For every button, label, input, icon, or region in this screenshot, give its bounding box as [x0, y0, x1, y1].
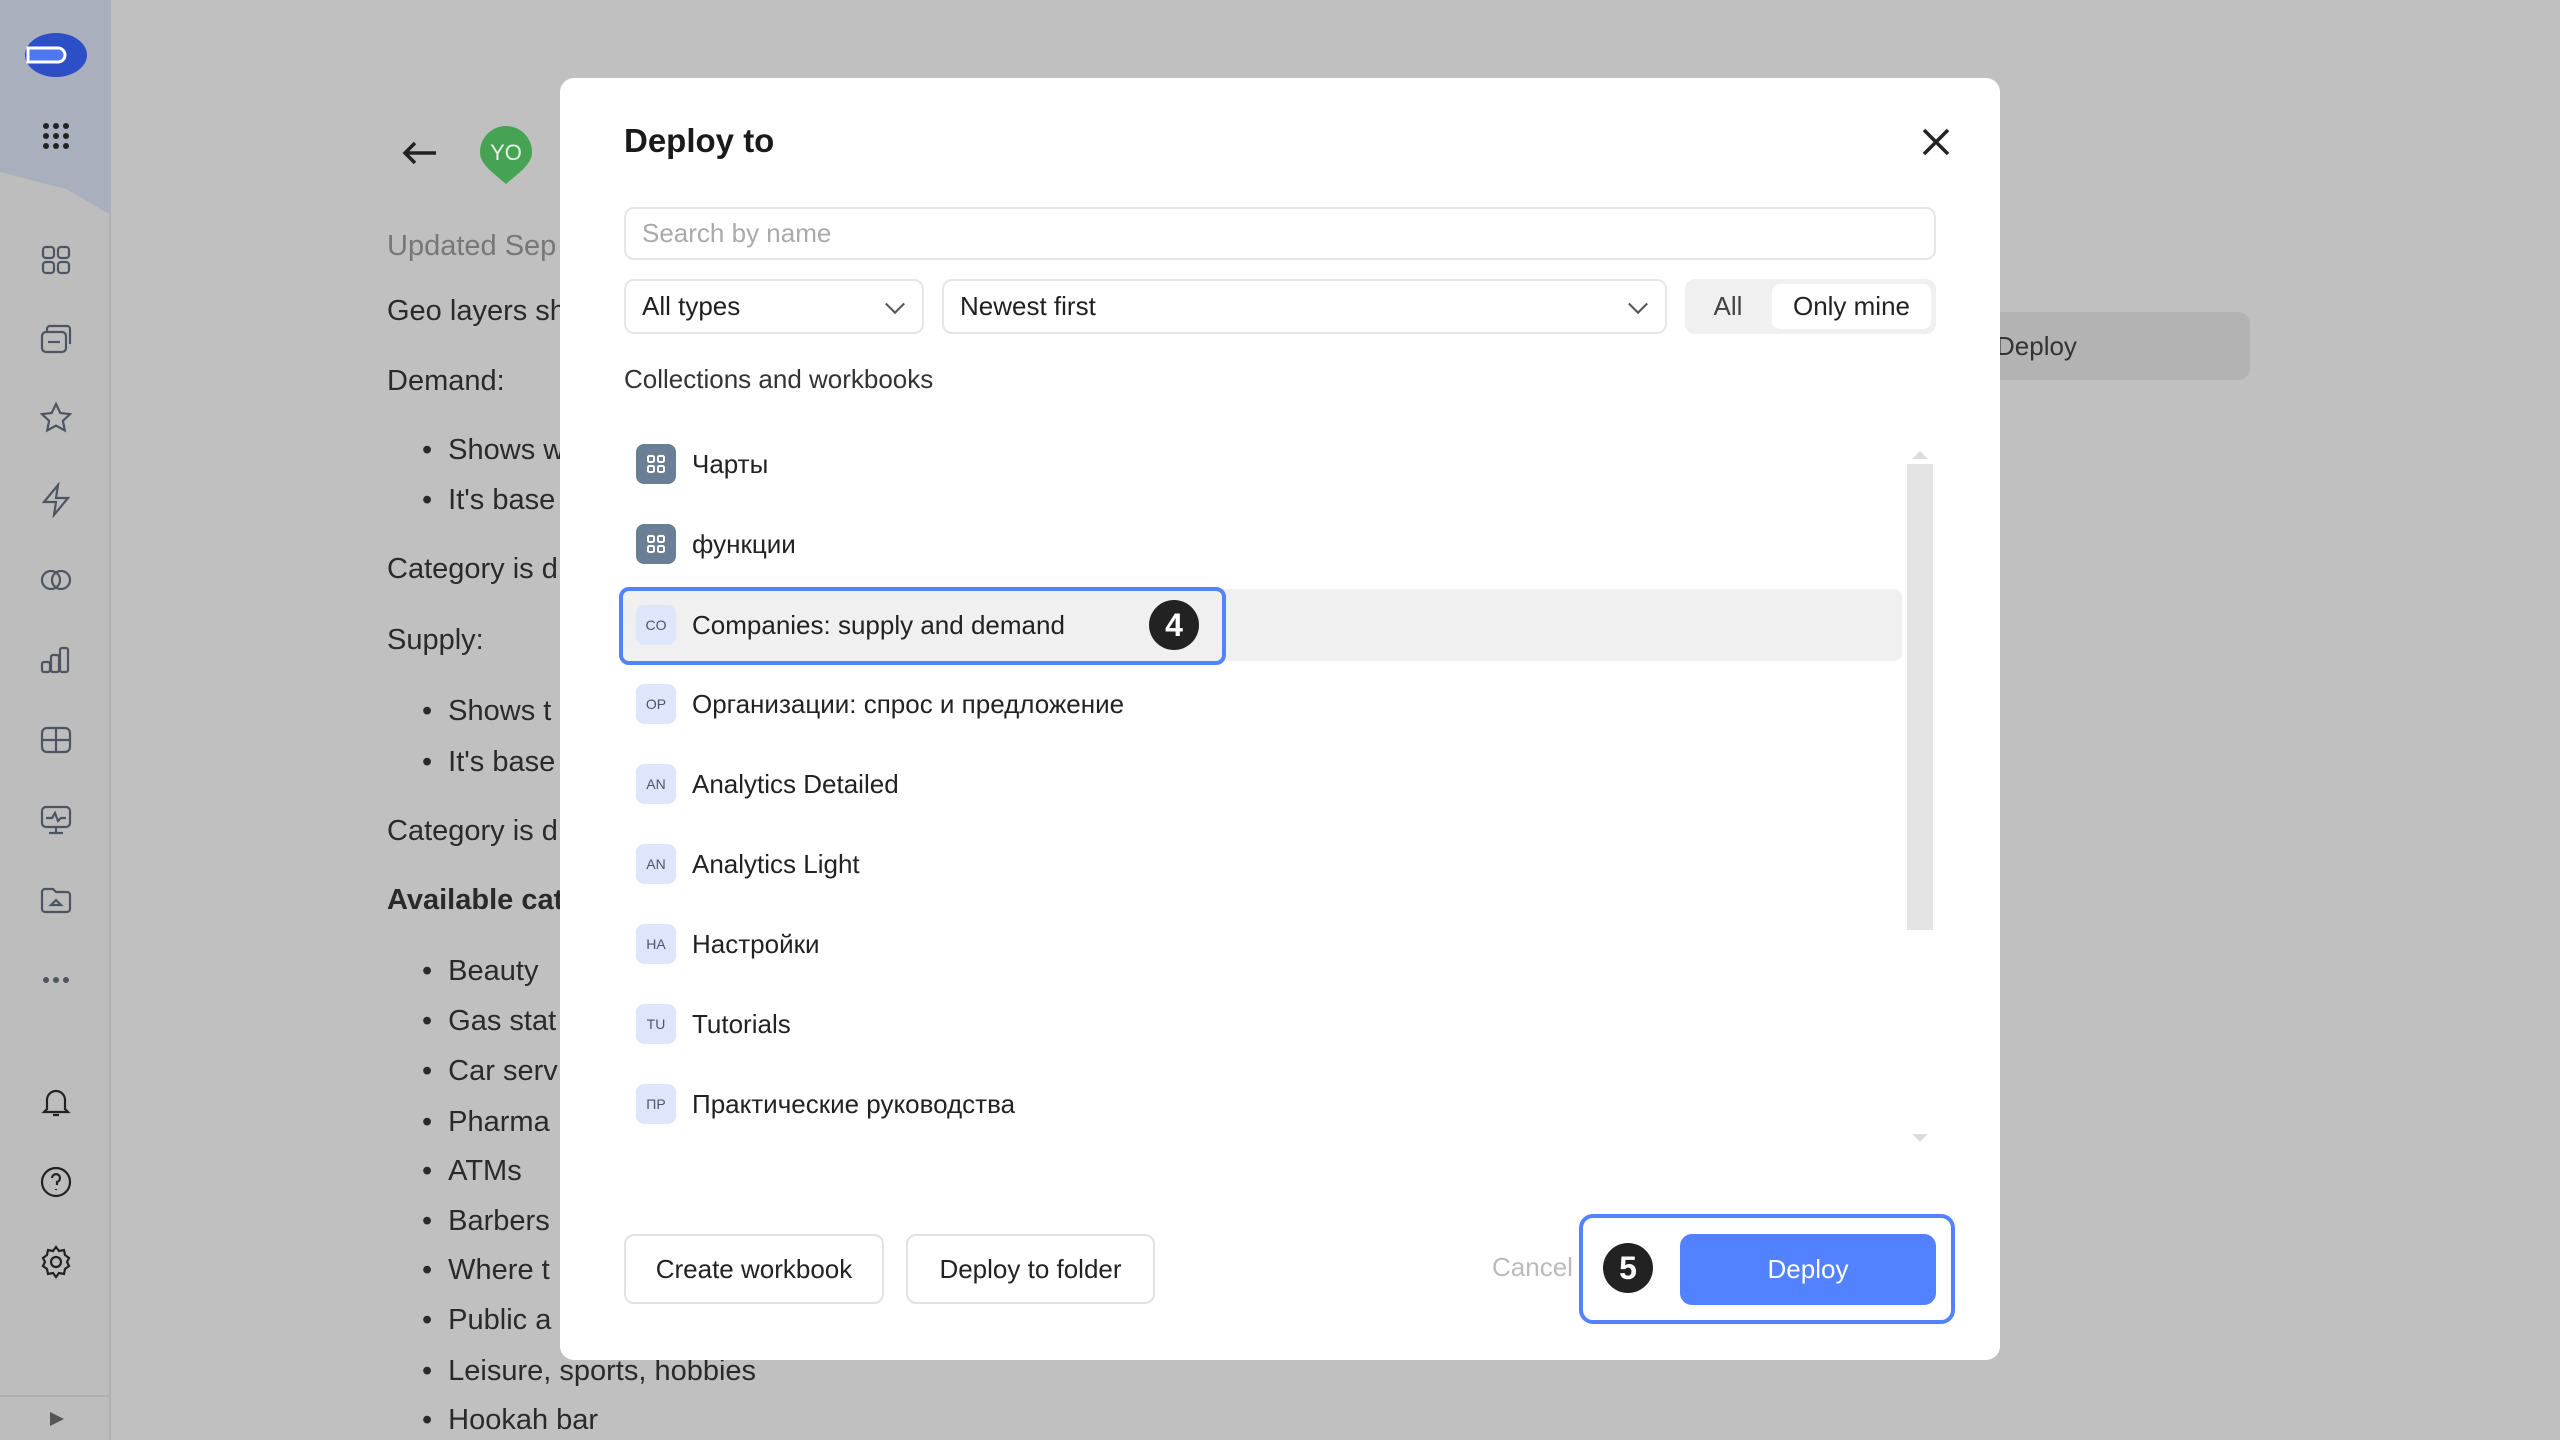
- folder-icon[interactable]: [35, 879, 77, 921]
- datasets-icon[interactable]: [35, 559, 77, 601]
- item-label: Analytics Detailed: [692, 768, 899, 799]
- sidebar-divider: [0, 1395, 111, 1397]
- collection-icon: [636, 524, 676, 564]
- category-item: Gas stat: [422, 1005, 556, 1038]
- item-label: функции: [692, 528, 796, 559]
- dialog-title: Deploy to: [624, 122, 775, 159]
- category-item: Hookah bar: [422, 1404, 598, 1437]
- dashboards-icon[interactable]: [35, 719, 77, 761]
- updated-text: Updated Sep: [387, 230, 557, 262]
- category-item: Car serv: [422, 1055, 558, 1088]
- apps-grid-icon[interactable]: [35, 115, 77, 157]
- chevron-down-icon: [885, 293, 905, 314]
- category-line: Category is d: [387, 553, 558, 585]
- category-item: Where t: [422, 1254, 550, 1287]
- sort-select[interactable]: Newest first: [942, 279, 1667, 334]
- workbook-icon: OP: [636, 684, 676, 724]
- list-item[interactable]: AN Analytics Detailed: [620, 748, 1902, 820]
- list-item[interactable]: ПР Практические руководства: [620, 1068, 1902, 1140]
- chevron-down-icon: [1628, 293, 1648, 314]
- item-label: Tutorials: [692, 1008, 791, 1039]
- workbook-icon: AN: [636, 844, 676, 884]
- category-line: Category is d: [387, 815, 558, 847]
- sort-value: Newest first: [960, 291, 1096, 321]
- more-icon[interactable]: [35, 959, 77, 1001]
- list-item[interactable]: функции: [620, 508, 1902, 580]
- back-arrow-icon[interactable]: [400, 138, 440, 168]
- category-item: Beauty: [422, 955, 538, 988]
- step-badge: 4: [1149, 600, 1199, 650]
- create-workbook-button[interactable]: Create workbook: [624, 1234, 884, 1304]
- deploy-button[interactable]: Deploy: [1680, 1234, 1936, 1305]
- item-label: Чарты: [692, 448, 769, 479]
- segment-only-mine[interactable]: Only mine: [1772, 284, 1931, 329]
- segment-all[interactable]: All: [1685, 279, 1771, 334]
- scrollbar-thumb[interactable]: [1907, 464, 1933, 930]
- supply-heading: Supply:: [387, 624, 484, 656]
- category-item: ATMs: [422, 1155, 522, 1188]
- supply-bullet: It's base: [422, 746, 555, 779]
- expand-icon[interactable]: [35, 1398, 77, 1440]
- connections-icon[interactable]: [35, 479, 77, 521]
- background-deploy-button: Deploy: [1960, 312, 2250, 380]
- item-label: Analytics Light: [692, 848, 860, 879]
- scroll-up-icon[interactable]: [1912, 443, 1928, 459]
- type-filter-select[interactable]: All types: [624, 279, 924, 334]
- description-line: Geo layers sh: [387, 295, 566, 327]
- category-item: Pharma: [422, 1106, 550, 1139]
- list-item[interactable]: Чарты: [620, 428, 1902, 500]
- item-label: Практические руководства: [692, 1088, 1016, 1119]
- close-icon[interactable]: [1918, 124, 1954, 160]
- list-item[interactable]: OP Организации: спрос и предложение: [620, 668, 1902, 740]
- workbook-icon: TU: [636, 1004, 676, 1044]
- step-badge: 5: [1603, 1243, 1653, 1293]
- workbook-icon: AN: [636, 764, 676, 804]
- type-filter-value: All types: [642, 291, 741, 321]
- available-categories-heading: Available cat: [387, 884, 564, 916]
- category-item: Barbers: [422, 1205, 550, 1238]
- help-icon[interactable]: [35, 1161, 77, 1203]
- monitoring-icon[interactable]: [35, 799, 77, 841]
- item-label: Настройки: [692, 928, 820, 959]
- list-item[interactable]: TU Tutorials: [620, 988, 1902, 1060]
- cancel-button[interactable]: Cancel: [1492, 1252, 1573, 1283]
- charts-icon[interactable]: [35, 639, 77, 681]
- scroll-down-icon[interactable]: [1912, 1134, 1928, 1150]
- settings-icon[interactable]: [35, 1241, 77, 1283]
- sidebar: [0, 0, 111, 1440]
- workbook-icon: ПР: [636, 1084, 676, 1124]
- section-label: Collections and workbooks: [624, 364, 934, 394]
- item-label: Организации: спрос и предложение: [692, 688, 1125, 719]
- supply-bullet: Shows t: [422, 695, 551, 728]
- collection-icon: [636, 444, 676, 484]
- demand-heading: Demand:: [387, 365, 505, 397]
- workbook-icon: HA: [636, 924, 676, 964]
- favorites-icon[interactable]: [35, 397, 77, 439]
- notifications-icon[interactable]: [35, 1081, 77, 1123]
- search-input[interactable]: Search by name: [624, 207, 1936, 260]
- demand-bullet: It's base: [422, 484, 555, 517]
- demand-bullet: Shows w: [422, 434, 564, 467]
- workbooks-icon[interactable]: [35, 319, 77, 361]
- list-item[interactable]: AN Analytics Light: [620, 828, 1902, 900]
- avatar-initials: YO: [490, 140, 522, 165]
- collections-icon[interactable]: [35, 239, 77, 281]
- list-item[interactable]: HA Настройки: [620, 908, 1902, 980]
- logo-icon[interactable]: [22, 30, 90, 80]
- avatar[interactable]: YO: [478, 124, 534, 186]
- category-item: Public a: [422, 1304, 551, 1337]
- step-highlight-box: [619, 587, 1226, 665]
- deploy-to-folder-button[interactable]: Deploy to folder: [906, 1234, 1155, 1304]
- ownership-segmented-control: All Only mine: [1685, 279, 1936, 334]
